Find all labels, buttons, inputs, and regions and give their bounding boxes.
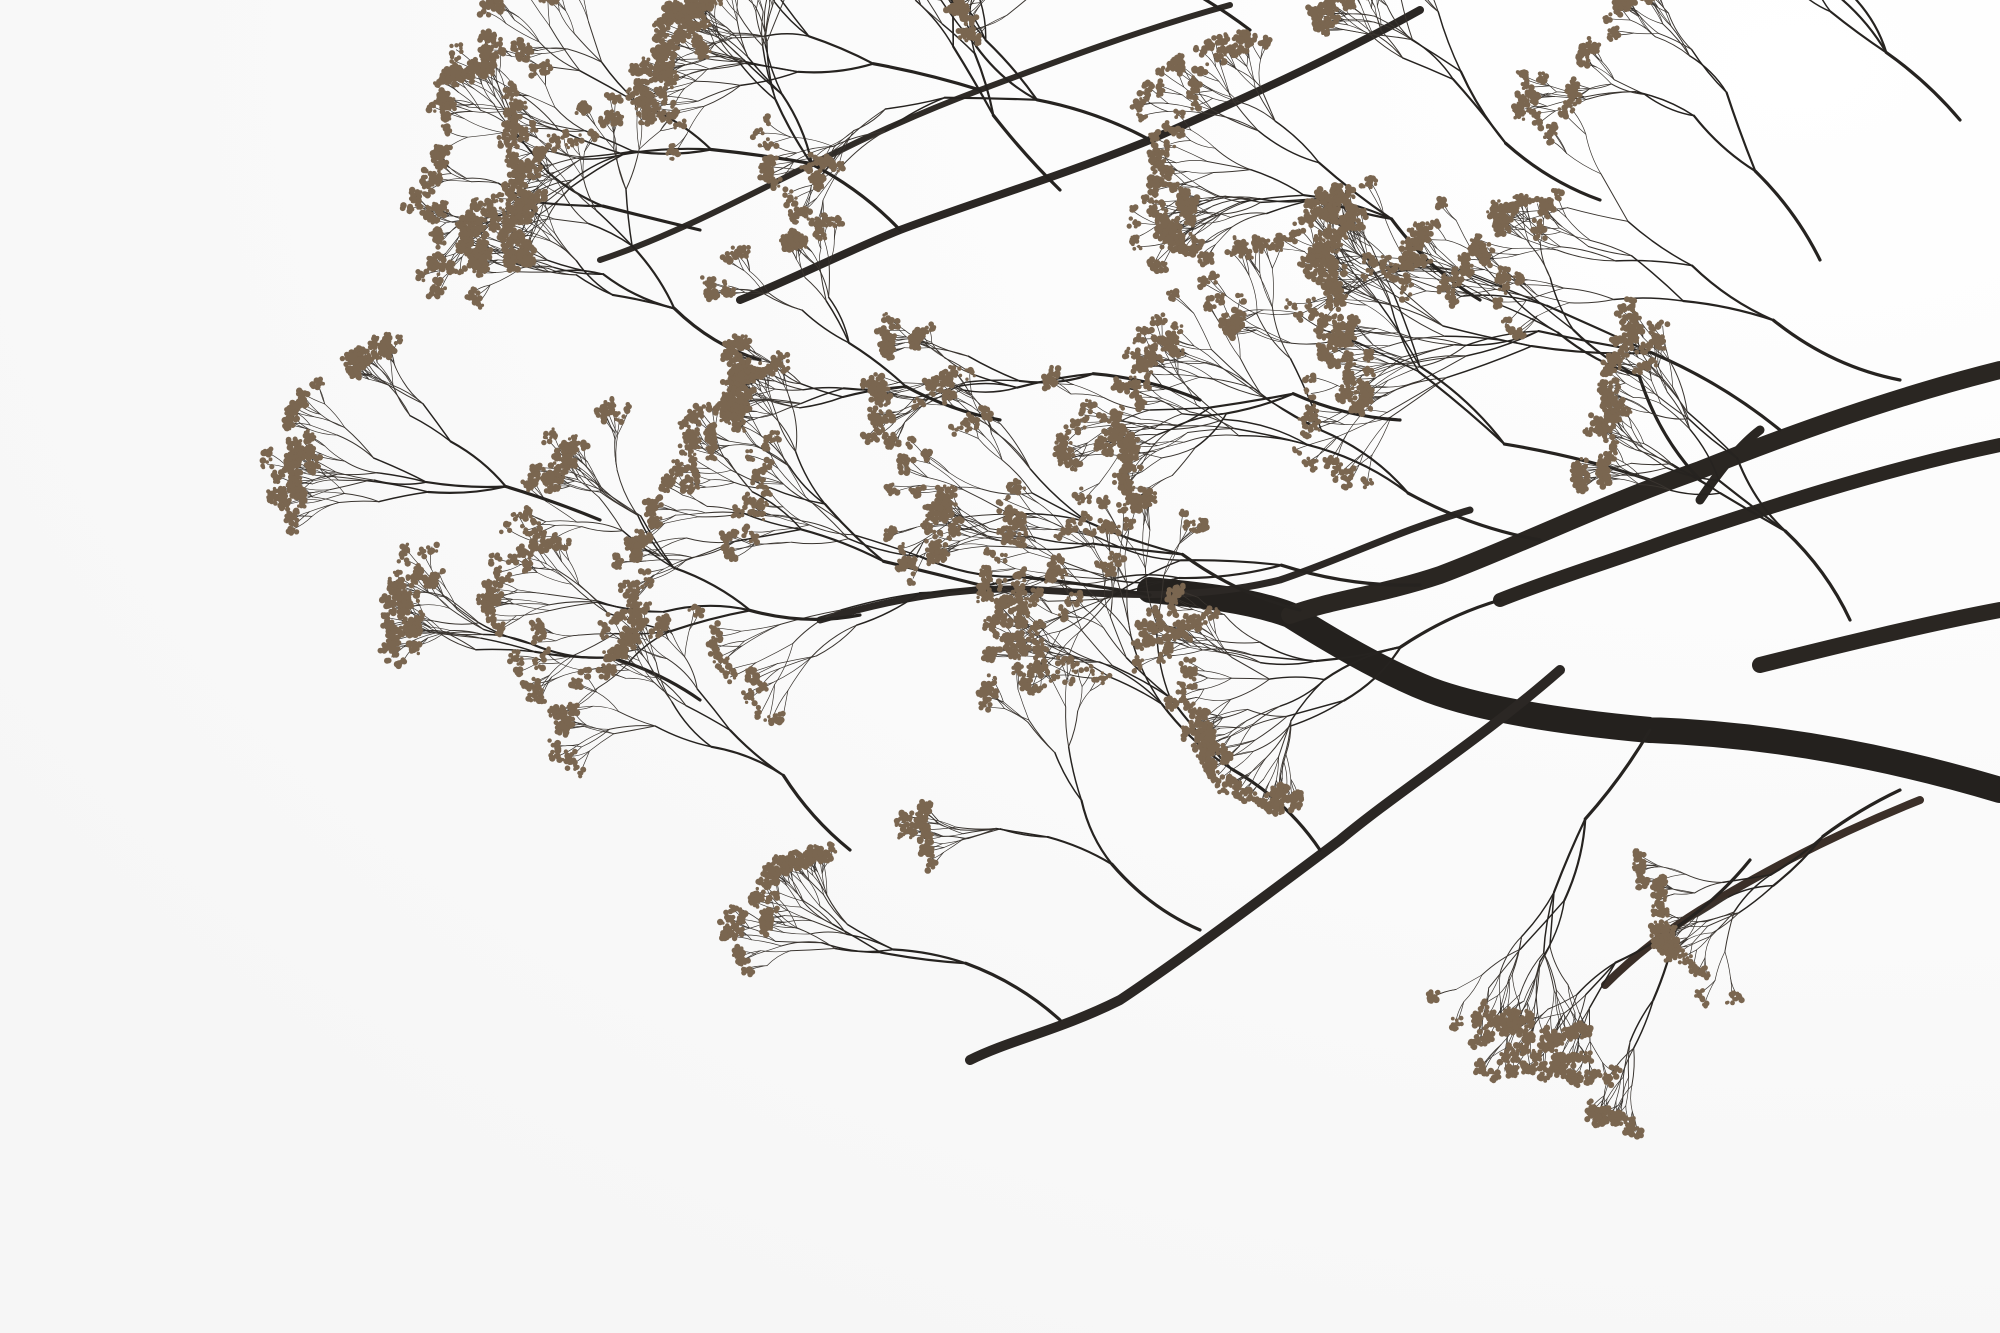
bud: [1504, 273, 1510, 279]
bud: [1499, 269, 1503, 273]
bud: [1493, 301, 1497, 305]
bud: [1496, 302, 1503, 309]
bud: [1502, 286, 1507, 291]
bud: [1499, 282, 1502, 285]
bud: [1498, 297, 1504, 303]
sky-background: [0, 0, 2000, 1333]
bud: [1505, 282, 1510, 287]
bud: [1497, 275, 1503, 281]
photo-scene: [0, 0, 2000, 1333]
bud: [1507, 269, 1511, 273]
tree-branches-photo: [0, 0, 2000, 1333]
bud: [1498, 287, 1502, 291]
bud: [1506, 316, 1512, 322]
bud: [1504, 291, 1508, 295]
